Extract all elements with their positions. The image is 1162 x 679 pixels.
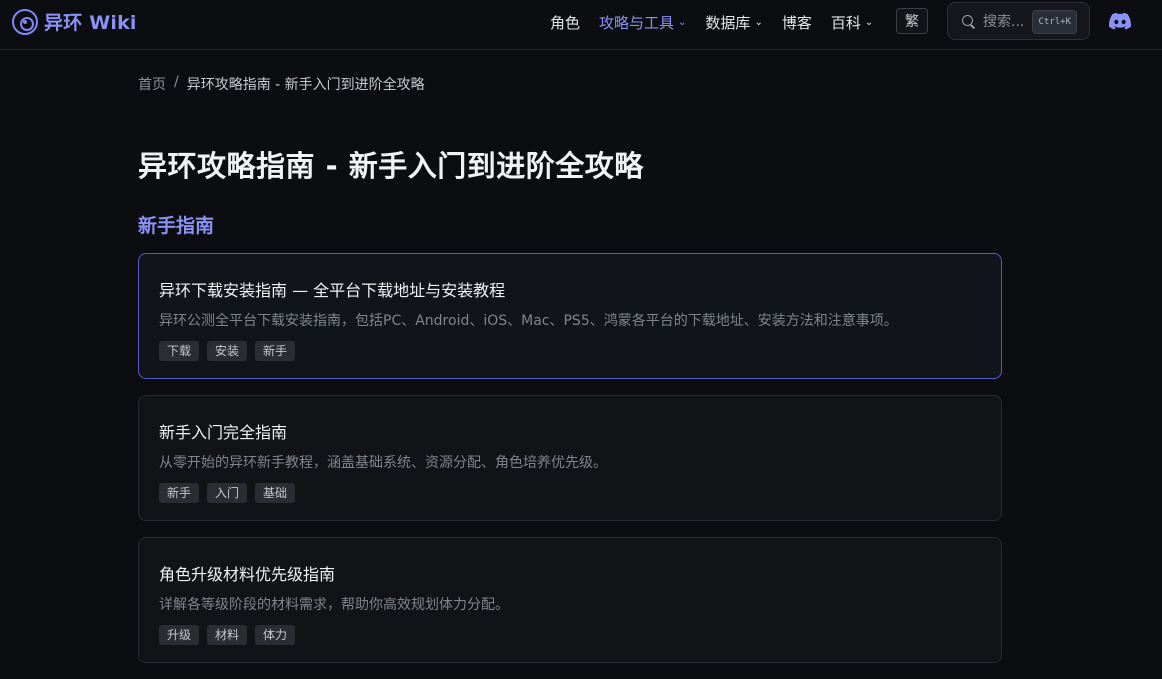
breadcrumb-home-link[interactable]: 首页: [138, 74, 166, 94]
traditional-chinese-toggle[interactable]: 繁: [896, 8, 928, 34]
guide-card[interactable]: 角色升级材料优先级指南 详解各等级阶段的材料需求，帮助你高效规划体力分配。 升级…: [138, 537, 1002, 663]
card-tags: 新手 入门 基础: [159, 483, 981, 503]
main-nav: 角色 攻略与工具 ⌄ 数据库 ⌄ 博客 百科 ⌄: [550, 11, 873, 33]
discord-icon[interactable]: [1109, 12, 1131, 30]
breadcrumb-separator: /: [174, 74, 179, 90]
tag: 升级: [159, 625, 200, 645]
section-title: 新手指南: [138, 215, 215, 237]
card-description: 详解各等级阶段的材料需求，帮助你高效规划体力分配。: [159, 597, 509, 613]
nav-item-characters[interactable]: 角色: [550, 12, 580, 33]
tag: 入门: [207, 483, 248, 503]
logo-ring-icon: [12, 8, 38, 35]
card-title: 新手入门完全指南: [159, 423, 288, 442]
tag: 材料: [207, 625, 248, 645]
tag: 新手: [255, 341, 296, 361]
search-icon: [962, 14, 975, 28]
nav-item-database[interactable]: 数据库 ⌄: [705, 12, 762, 33]
nav-item-wiki[interactable]: 百科 ⌄: [831, 12, 873, 33]
card-title: 角色升级材料优先级指南: [159, 565, 336, 584]
card-tags: 升级 材料 体力: [159, 625, 981, 645]
site-logo[interactable]: 异环 Wiki: [12, 8, 137, 35]
chevron-down-icon: ⌄: [864, 17, 874, 28]
top-navbar: 异环 Wiki 角色 攻略与工具 ⌄ 数据库 ⌄ 博客 百科 ⌄ 繁 搜索...…: [0, 0, 1162, 50]
guide-card[interactable]: 异环下载安装指南 — 全平台下载地址与安装教程 异环公测全平台下载安装指南，包括…: [138, 253, 1002, 379]
guide-card[interactable]: 新手入门完全指南 从零开始的异环新手教程，涵盖基础系统、资源分配、角色培养优先级…: [138, 395, 1002, 521]
nav-label: 博客: [781, 13, 812, 32]
breadcrumb: 首页 / 异环攻略指南 - 新手入门到进阶全攻略: [138, 74, 425, 94]
nav-label: 百科: [830, 13, 861, 32]
nav-item-guides-tools[interactable]: 攻略与工具 ⌄: [599, 12, 686, 33]
logo-text: 异环 Wiki: [44, 12, 137, 34]
tag: 新手: [159, 483, 200, 503]
nav-label: 角色: [550, 13, 581, 32]
page-title: 异环攻略指南 - 新手入门到进阶全攻略: [138, 149, 644, 183]
card-description: 异环公测全平台下载安装指南，包括PC、Android、iOS、Mac、PS5、鸿…: [159, 313, 898, 329]
nav-label: 数据库: [705, 13, 751, 32]
tag: 下载: [159, 341, 200, 361]
search-box[interactable]: 搜索... Ctrl+K: [947, 2, 1090, 40]
tag: 体力: [255, 625, 296, 645]
nav-label: 攻略与工具: [599, 13, 675, 32]
nav-item-blog[interactable]: 博客: [782, 12, 812, 33]
chevron-down-icon: ⌄: [678, 17, 687, 28]
card-description: 从零开始的异环新手教程，涵盖基础系统、资源分配、角色培养优先级。: [159, 455, 607, 471]
card-title: 异环下载安装指南 — 全平台下载地址与安装教程: [159, 281, 506, 300]
breadcrumb-current: 异环攻略指南 - 新手入门到进阶全攻略: [186, 77, 425, 93]
card-tags: 下载 安装 新手: [159, 341, 981, 361]
tag: 安装: [207, 341, 248, 361]
search-placeholder: 搜索...: [983, 14, 1025, 30]
chevron-down-icon: ⌄: [754, 17, 763, 28]
search-shortcut-badge: Ctrl+K: [1032, 10, 1077, 34]
tag: 基础: [255, 483, 296, 503]
